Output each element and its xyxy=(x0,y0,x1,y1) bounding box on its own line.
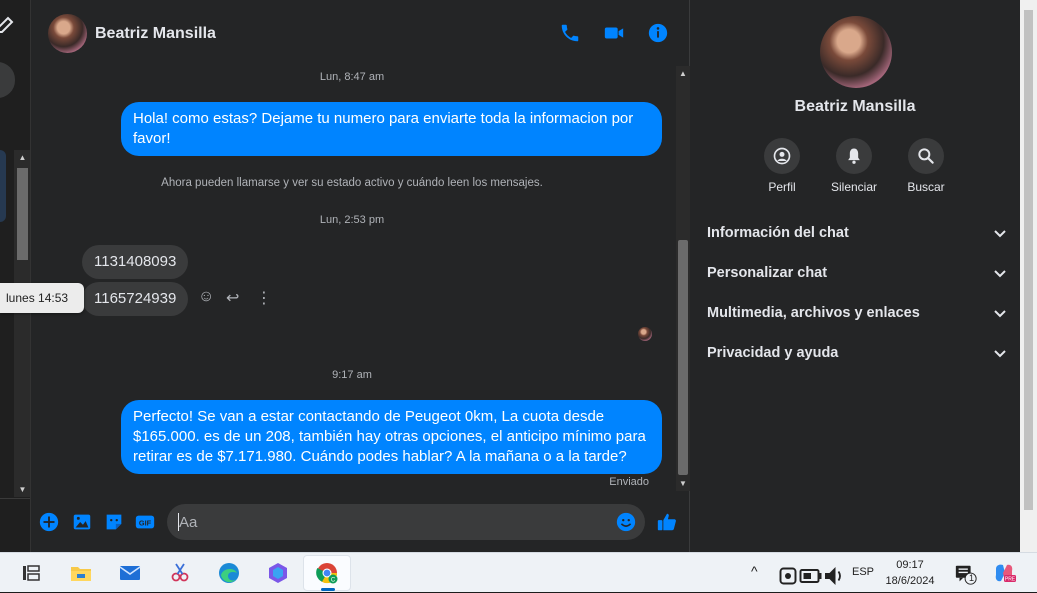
clock-time: 09:17 xyxy=(896,559,924,571)
compose-icon[interactable] xyxy=(0,14,16,36)
composer: GIF Aa xyxy=(32,491,690,552)
scroll-down-arrow[interactable]: ▼ xyxy=(676,479,690,488)
message-input-placeholder: Aa xyxy=(179,514,198,531)
message-input[interactable]: Aa xyxy=(167,504,645,540)
taskbar: C ^ ESP 09:17 18/6/2024 1 PRE xyxy=(0,552,1037,592)
outgoing-message[interactable]: Hola! como estas? Dejame tu numero para … xyxy=(121,102,662,156)
copilot-icon[interactable] xyxy=(266,561,290,585)
avatar[interactable] xyxy=(48,14,87,53)
incoming-message[interactable]: 1165724939 xyxy=(82,282,189,316)
bell-icon xyxy=(836,138,872,174)
snipping-tool-icon[interactable] xyxy=(168,561,192,585)
like-icon[interactable] xyxy=(656,511,678,533)
message-actions: ☺ ↩ ⋮ xyxy=(198,288,278,308)
profile-label: Perfil xyxy=(768,180,796,194)
react-icon[interactable]: ☺ xyxy=(198,288,214,306)
chevron-down-icon xyxy=(994,270,1006,278)
window-scrollbar[interactable] xyxy=(1020,0,1037,552)
contact-name[interactable]: Beatriz Mansilla xyxy=(95,25,216,43)
selected-conversation[interactable] xyxy=(0,150,6,222)
scroll-up-arrow[interactable]: ▲ xyxy=(14,153,30,162)
chevron-down-icon xyxy=(994,310,1006,318)
info-icon[interactable] xyxy=(647,22,669,44)
messenger-window: ▲ ▼ Beatriz Mansilla Lun, 8:47 am Hola! … xyxy=(0,0,1037,552)
chat-scrollbar[interactable]: ▲ ▼ xyxy=(676,66,690,491)
timestamp-tooltip: lunes 14:53 xyxy=(0,283,84,313)
search-icon xyxy=(908,138,944,174)
copilot-preview-icon[interactable]: PRE xyxy=(992,561,1016,585)
reply-icon[interactable]: ↩ xyxy=(226,288,239,308)
scroll-down-arrow[interactable]: ▼ xyxy=(14,485,30,494)
chat-header: Beatriz Mansilla xyxy=(32,0,690,66)
clock-date: 18/6/2024 xyxy=(885,575,935,587)
section-title: Multimedia, archivos y enlaces xyxy=(707,305,920,321)
outgoing-message[interactable]: Perfecto! Se van a estar contactando de … xyxy=(121,400,662,474)
section-title: Privacidad y ayuda xyxy=(707,345,839,361)
section-customize-chat[interactable]: Personalizar chat xyxy=(707,261,1007,285)
avatar[interactable] xyxy=(820,16,892,88)
sent-status: Enviado xyxy=(609,476,649,488)
emoji-icon[interactable] xyxy=(615,511,637,533)
language-indicator[interactable]: ESP xyxy=(852,566,874,578)
svg-text:PRE: PRE xyxy=(1005,577,1016,583)
chrome-taskbar-button[interactable]: C xyxy=(303,555,351,591)
image-icon[interactable] xyxy=(71,511,93,533)
search-label: Buscar xyxy=(907,180,945,194)
task-view-icon[interactable] xyxy=(19,561,43,585)
conversation-search[interactable] xyxy=(0,62,15,98)
clock[interactable]: 09:17 18/6/2024 xyxy=(878,557,942,589)
meet-now-icon[interactable] xyxy=(776,564,797,585)
volume-icon[interactable] xyxy=(822,564,841,585)
conversation-list-scrollbar[interactable]: ▲ ▼ xyxy=(14,150,30,497)
file-explorer-icon[interactable] xyxy=(69,561,93,585)
message-list: Lun, 8:47 am Hola! como estas? Dejame tu… xyxy=(32,66,676,491)
video-camera-icon[interactable] xyxy=(603,22,625,44)
chat-info-panel: Beatriz Mansilla Perfil Silenciar Buscar… xyxy=(690,0,1020,552)
active-indicator xyxy=(321,588,335,591)
scroll-up-arrow[interactable]: ▲ xyxy=(676,69,690,78)
scroll-thumb[interactable] xyxy=(1024,10,1033,510)
phone-icon[interactable] xyxy=(559,22,581,44)
chrome-icon: C xyxy=(315,561,339,585)
battery-icon[interactable] xyxy=(799,564,822,583)
gif-icon[interactable]: GIF xyxy=(134,511,156,533)
edge-icon[interactable] xyxy=(217,561,241,585)
chat-pane: Beatriz Mansilla Lun, 8:47 am Hola! como… xyxy=(32,0,690,552)
profile-icon xyxy=(764,138,800,174)
timestamp: Lun, 8:47 am xyxy=(319,71,385,83)
mute-label: Silenciar xyxy=(830,180,878,194)
svg-text:GIF: GIF xyxy=(139,519,152,528)
chevron-down-icon xyxy=(994,350,1006,358)
profile-button[interactable]: Perfil xyxy=(747,138,817,194)
mute-button[interactable]: Silenciar xyxy=(819,138,889,194)
divider xyxy=(0,498,30,499)
chevron-down-icon xyxy=(994,230,1006,238)
plus-icon[interactable] xyxy=(38,511,60,533)
seen-avatar xyxy=(638,327,652,341)
notification-count: 1 xyxy=(969,573,975,583)
chevron-up-icon[interactable]: ^ xyxy=(751,563,758,579)
search-button[interactable]: Buscar xyxy=(891,138,961,194)
timestamp: 9:17 am xyxy=(332,369,372,381)
section-privacy-help[interactable]: Privacidad y ayuda xyxy=(707,341,1007,365)
section-chat-info[interactable]: Información del chat xyxy=(707,221,1007,245)
sticker-icon[interactable] xyxy=(103,511,125,533)
more-options-icon[interactable]: ⋮ xyxy=(256,288,272,308)
conversation-list-strip: ▲ ▼ xyxy=(0,0,31,552)
notifications-icon[interactable]: 1 xyxy=(954,562,980,586)
section-media-files-links[interactable]: Multimedia, archivos y enlaces xyxy=(707,301,1007,325)
section-title: Personalizar chat xyxy=(707,265,828,281)
system-notice: Ahora pueden llamarse y ver su estado ac… xyxy=(161,177,543,189)
timestamp: Lun, 2:53 pm xyxy=(319,214,385,226)
section-title: Información del chat xyxy=(707,225,849,241)
mail-icon[interactable] xyxy=(118,561,142,585)
scroll-thumb[interactable] xyxy=(678,240,688,475)
scroll-thumb[interactable] xyxy=(17,168,28,260)
incoming-message[interactable]: 1131408093 xyxy=(82,245,189,279)
svg-text:C: C xyxy=(331,578,336,584)
panel-contact-name: Beatriz Mansilla xyxy=(794,98,916,115)
